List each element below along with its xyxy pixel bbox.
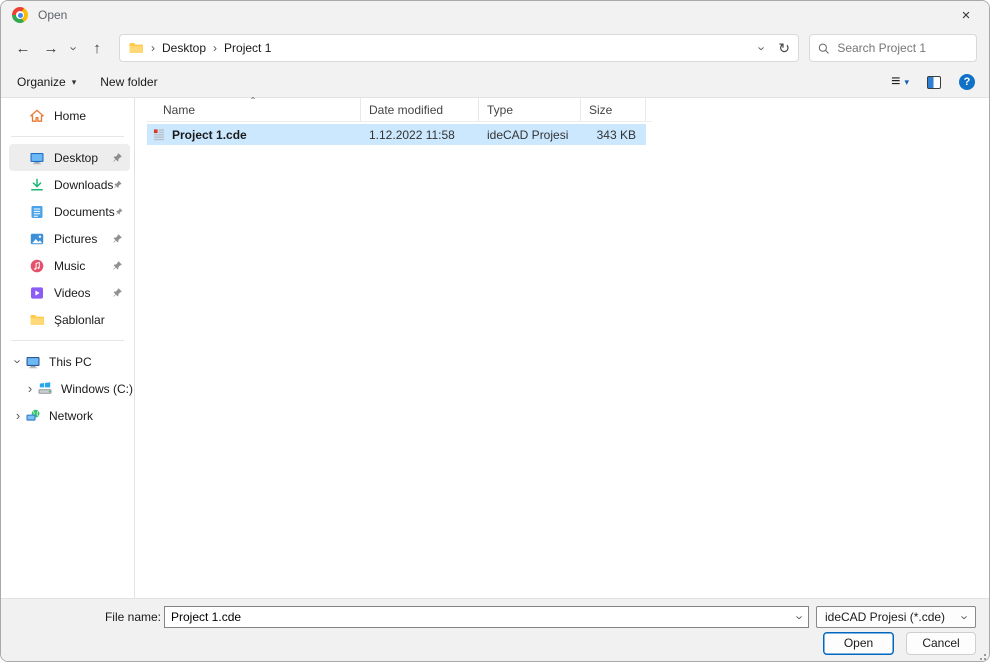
close-button[interactable]: × xyxy=(943,1,989,29)
sidebar-item-windows-c[interactable]: › Windows (C:) xyxy=(1,375,134,402)
home-icon xyxy=(30,109,44,122)
drive-icon xyxy=(38,381,52,394)
open-button[interactable]: Open xyxy=(823,632,894,655)
desktop-icon xyxy=(30,152,44,164)
open-file-dialog: Open × ← → › ↑ › Desktop › Project 1 › ↻… xyxy=(0,0,990,662)
back-button[interactable]: ← xyxy=(9,35,37,61)
network-icon xyxy=(26,409,40,421)
file-name-dropdown-icon[interactable]: › xyxy=(792,615,807,619)
collapsed-chevron-icon[interactable]: › xyxy=(28,382,32,395)
sidebar-item-home[interactable]: Home xyxy=(9,102,130,129)
breadcrumb-project1[interactable]: Project 1 xyxy=(224,41,271,55)
organize-label: Organize xyxy=(17,75,66,89)
organize-button[interactable]: Organize ▾ xyxy=(17,75,76,89)
sidebar-item-downloads[interactable]: Downloads xyxy=(9,171,130,198)
downloads-icon xyxy=(31,178,43,191)
cancel-button[interactable]: Cancel xyxy=(906,632,976,655)
caret-down-icon: ▾ xyxy=(904,76,909,87)
folder-icon xyxy=(30,314,44,325)
breadcrumb-separator: › xyxy=(213,41,218,55)
caret-down-icon: ▾ xyxy=(71,76,77,87)
sidebar-divider xyxy=(11,136,124,137)
sidebar-item-videos[interactable]: Videos xyxy=(9,279,130,306)
documents-icon xyxy=(31,205,43,218)
file-list-header: ˆ Name Date modified Type Size xyxy=(147,95,652,122)
window-title: Open xyxy=(38,8,68,22)
pin-icon xyxy=(113,288,122,297)
dialog-footer: File name: › ideCAD Projesi (*.cde) › Op… xyxy=(1,598,989,661)
pictures-icon xyxy=(30,233,44,244)
folder-icon xyxy=(129,43,143,53)
back-icon: ← xyxy=(15,39,31,57)
chrome-icon xyxy=(12,7,28,23)
breadcrumb-separator: › xyxy=(151,41,155,55)
pin-icon xyxy=(113,234,122,243)
up-button[interactable]: ↑ xyxy=(83,35,111,61)
search-icon xyxy=(818,43,829,54)
help-icon[interactable]: ? xyxy=(959,74,975,90)
close-icon: × xyxy=(961,6,971,24)
file-row-selected[interactable]: Project 1.cde 1.12.2022 11:58 ideCAD Pro… xyxy=(147,124,646,145)
videos-icon xyxy=(31,286,43,299)
address-dropdown-icon[interactable]: › xyxy=(755,46,770,50)
file-name-label: File name: xyxy=(104,610,161,624)
new-folder-button[interactable]: New folder xyxy=(100,75,157,89)
file-type-value: ideCAD Projesi (*.cde) xyxy=(825,610,946,624)
sidebar-item-network[interactable]: › Network xyxy=(1,402,134,429)
sidebar-item-pictures[interactable]: Pictures xyxy=(9,225,130,252)
sidebar-item-documents[interactable]: Documents xyxy=(9,198,130,225)
collapsed-chevron-icon[interactable]: › xyxy=(16,409,20,422)
file-date-modified: 1.12.2022 11:58 xyxy=(369,127,455,142)
resize-grip-icon[interactable] xyxy=(976,650,986,660)
pin-icon xyxy=(115,208,123,215)
column-header-type[interactable]: Type xyxy=(479,98,581,121)
breadcrumb-desktop[interactable]: Desktop xyxy=(162,41,206,55)
file-size: 343 KB xyxy=(596,127,636,142)
pin-icon xyxy=(113,153,122,162)
idecad-file-icon xyxy=(153,128,165,140)
sidebar-item-desktop[interactable]: Desktop xyxy=(9,144,130,171)
search-box[interactable] xyxy=(809,34,977,62)
preview-pane-icon[interactable] xyxy=(927,75,941,89)
file-type-select[interactable]: ideCAD Projesi (*.cde) › xyxy=(816,606,976,628)
refresh-icon[interactable]: ↻ xyxy=(778,40,790,57)
sort-ascending-icon: ˆ xyxy=(251,95,255,109)
expanded-chevron-icon[interactable]: › xyxy=(11,359,26,363)
history-dropdown-button[interactable]: › xyxy=(65,35,83,61)
sidebar-item-music[interactable]: Music xyxy=(9,252,130,279)
forward-button[interactable]: → xyxy=(37,35,65,61)
column-header-date-modified[interactable]: Date modified xyxy=(361,98,479,121)
pin-icon xyxy=(114,180,122,189)
file-type: ideCAD Projesi xyxy=(487,127,569,142)
pin-icon xyxy=(113,261,122,270)
sidebar-item-sablonlar[interactable]: Şablonlar xyxy=(9,306,130,333)
search-input[interactable] xyxy=(837,41,968,55)
forward-icon: → xyxy=(43,39,59,57)
sidebar-divider xyxy=(11,340,124,341)
column-header-size[interactable]: Size xyxy=(581,98,646,121)
file-name-input[interactable] xyxy=(164,606,809,628)
sidebar-item-this-pc[interactable]: › This PC xyxy=(1,348,134,375)
address-bar[interactable]: › Desktop › Project 1 › ↻ xyxy=(119,34,799,62)
toolbar: Organize ▾ New folder ≡ ▾ ? xyxy=(1,67,989,98)
sidebar: Home Desktop Downloads Documents Picture… xyxy=(1,98,135,598)
file-type-dropdown-icon: › xyxy=(957,614,973,620)
titlebar: Open × xyxy=(1,1,989,29)
up-icon: ↑ xyxy=(93,39,101,57)
list-view-icon: ≡ xyxy=(891,73,901,90)
navigation-bar: ← → › ↑ › Desktop › Project 1 › ↻ xyxy=(1,29,989,67)
this-pc-icon xyxy=(26,356,40,368)
file-name-combobox: › xyxy=(164,606,809,628)
music-icon xyxy=(30,259,44,272)
chevron-down-icon: › xyxy=(66,45,82,51)
new-folder-label: New folder xyxy=(100,75,158,89)
file-list: ˆ Name Date modified Type Size Project 1… xyxy=(135,95,989,598)
view-mode-button[interactable]: ≡ ▾ xyxy=(891,73,909,91)
file-name: Project 1.cde xyxy=(172,127,247,142)
